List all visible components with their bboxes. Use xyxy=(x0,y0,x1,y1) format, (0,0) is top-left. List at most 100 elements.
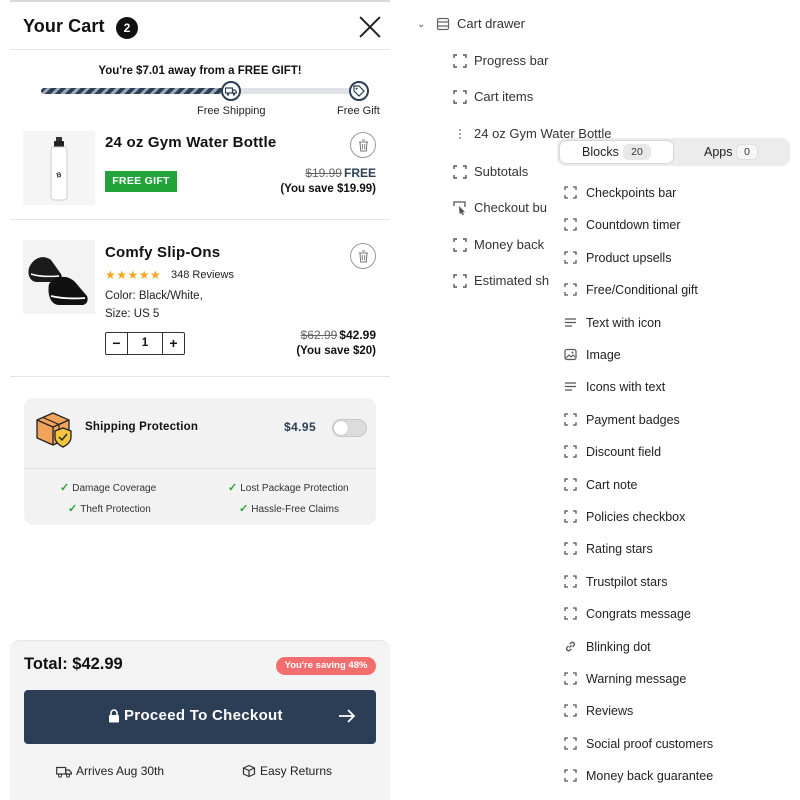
free-gift-tag: FREE GIFT xyxy=(105,171,177,192)
tab-blocks[interactable]: Blocks 20 xyxy=(560,141,673,163)
block-option[interactable]: Trustpilot stars xyxy=(564,575,668,589)
gift-progress-message: You're $7.01 away from a FREE GIFT! xyxy=(98,65,302,77)
block-option-label: Social proof customers xyxy=(586,736,714,751)
cart-item: ᗷ 24 oz Gym Water Bottle FREE GIFT $19.9… xyxy=(10,122,390,220)
block-option[interactable]: Cart note xyxy=(564,478,637,492)
truck-icon xyxy=(56,766,72,778)
old-price: $62.99 xyxy=(300,328,338,342)
tree-item-cart-drawer[interactable]: Cart drawer xyxy=(436,16,525,31)
block-icon xyxy=(564,575,577,588)
tree-item-money-back[interactable]: Money back xyxy=(453,237,544,252)
item-savings: (You save $20) xyxy=(296,345,376,357)
block-option[interactable]: Reviews xyxy=(564,704,633,718)
trash-icon xyxy=(359,250,368,263)
text-icon xyxy=(565,317,576,327)
star-rating: ★★★★★ xyxy=(105,268,162,282)
tab-count: 20 xyxy=(623,144,651,160)
box-icon xyxy=(242,764,256,778)
block-option[interactable]: Icons with text xyxy=(564,380,665,394)
block-option-label: Warning message xyxy=(586,672,687,686)
tree-item-progress-bar[interactable]: Progress bar xyxy=(453,53,548,68)
remove-item-button[interactable] xyxy=(350,132,376,158)
tree-item-subtotals[interactable]: Subtotals xyxy=(453,164,528,179)
remove-item-button[interactable] xyxy=(350,243,376,269)
block-icon xyxy=(453,238,467,252)
block-option[interactable]: Image xyxy=(564,348,621,362)
block-option[interactable]: Congrats message xyxy=(564,607,691,621)
block-option[interactable]: Policies checkbox xyxy=(564,510,685,524)
block-icon xyxy=(564,542,577,556)
block-option[interactable]: Text with icon xyxy=(564,316,661,330)
checkout-label: Proceed To Checkout xyxy=(124,707,283,724)
block-option-label: Cart note xyxy=(586,477,638,492)
tab-apps[interactable]: Apps 0 xyxy=(677,141,787,163)
block-option[interactable]: Payment badges xyxy=(564,413,680,427)
text-icon xyxy=(565,382,576,392)
item-name: 24 oz Gym Water Bottle xyxy=(105,134,277,151)
shipping-protection-price: $4.95 xyxy=(284,420,317,434)
block-icon xyxy=(564,737,577,750)
block-icon xyxy=(564,251,577,264)
cart-drawer: Your Cart 2 You're $7.01 away from a FRE… xyxy=(10,0,390,800)
block-option-label: Free/Conditional gift xyxy=(586,283,698,298)
cursor-click-icon xyxy=(453,201,466,215)
tab-count: 0 xyxy=(736,144,758,160)
block-icon xyxy=(564,413,577,426)
block-option-label: Countdown timer xyxy=(586,218,681,233)
block-option-label: Discount field xyxy=(586,445,662,460)
drag-handle-icon xyxy=(459,129,461,139)
quantity-stepper: − 1 + xyxy=(105,332,185,355)
block-icon xyxy=(564,218,577,232)
block-icon xyxy=(564,510,577,523)
variant-size: Size: US 5 xyxy=(105,308,160,320)
feature-item: ✓ Hassle-Free Claims xyxy=(239,503,340,515)
block-icon xyxy=(564,607,577,620)
block-option[interactable]: Discount field xyxy=(564,445,661,459)
tab-bar: Blocks 20 Apps 0 xyxy=(557,138,790,166)
review-count: 348 Reviews xyxy=(171,269,234,281)
block-option-label: Product upsells xyxy=(586,250,672,265)
block-option[interactable]: Money back guarantee xyxy=(564,769,713,783)
checkout-button[interactable]: Proceed To Checkout xyxy=(24,690,376,744)
chevron-down-icon[interactable]: ⌄ xyxy=(417,19,425,30)
block-option[interactable]: Checkpoints bar xyxy=(564,186,676,200)
block-icon xyxy=(453,90,467,104)
item-price: $62.99 $42.99 xyxy=(301,328,376,342)
block-option[interactable]: Free/Conditional gift xyxy=(564,283,698,297)
truck-icon xyxy=(221,81,241,101)
shipping-protection-header: Shipping Protection $4.95 xyxy=(24,398,376,469)
block-option[interactable]: Product upsells xyxy=(564,251,671,265)
item-price: $19.99 FREE xyxy=(305,166,376,180)
tree-item-estimated-shipping[interactable]: Estimated sh xyxy=(453,273,549,288)
block-option[interactable]: Rating stars xyxy=(564,542,653,556)
new-price: $42.99 xyxy=(339,328,376,342)
block-option-label: Rating stars xyxy=(586,542,653,557)
block-option-label: Money back guarantee xyxy=(586,769,714,784)
block-option[interactable]: Warning message xyxy=(564,672,686,686)
increase-quantity-button[interactable]: + xyxy=(162,333,184,354)
shipping-protection-title: Shipping Protection xyxy=(85,421,199,433)
tree-item-checkout-button[interactable]: Checkout bu xyxy=(453,200,547,215)
block-icon xyxy=(564,283,577,296)
block-option[interactable]: Social proof customers xyxy=(564,737,713,751)
block-option-label: Trustpilot stars xyxy=(586,574,668,589)
block-icon xyxy=(453,54,467,68)
block-option-label: Payment badges xyxy=(586,412,680,427)
quantity-value[interactable]: 1 xyxy=(128,333,162,354)
block-option[interactable]: Countdown timer xyxy=(564,218,681,232)
block-icon xyxy=(453,165,467,179)
block-icon xyxy=(564,186,577,199)
image-icon xyxy=(564,348,577,361)
block-icon xyxy=(564,445,577,458)
cart-item: Comfy Slip-Ons ★★★★★ 348 Reviews Color: … xyxy=(10,230,390,377)
slip-on-shoes-image xyxy=(23,240,95,314)
block-option[interactable]: Blinking dot xyxy=(564,640,651,654)
progress-bar xyxy=(41,88,361,94)
block-icon xyxy=(564,704,577,718)
close-icon[interactable] xyxy=(359,16,381,38)
decrease-quantity-button[interactable]: − xyxy=(106,333,128,354)
tree-item-cart-items[interactable]: Cart items xyxy=(453,89,533,104)
cart-header: Your Cart 2 xyxy=(10,2,390,50)
item-savings: (You save $19.99) xyxy=(280,183,376,195)
shipping-protection-toggle[interactable] xyxy=(332,419,367,437)
